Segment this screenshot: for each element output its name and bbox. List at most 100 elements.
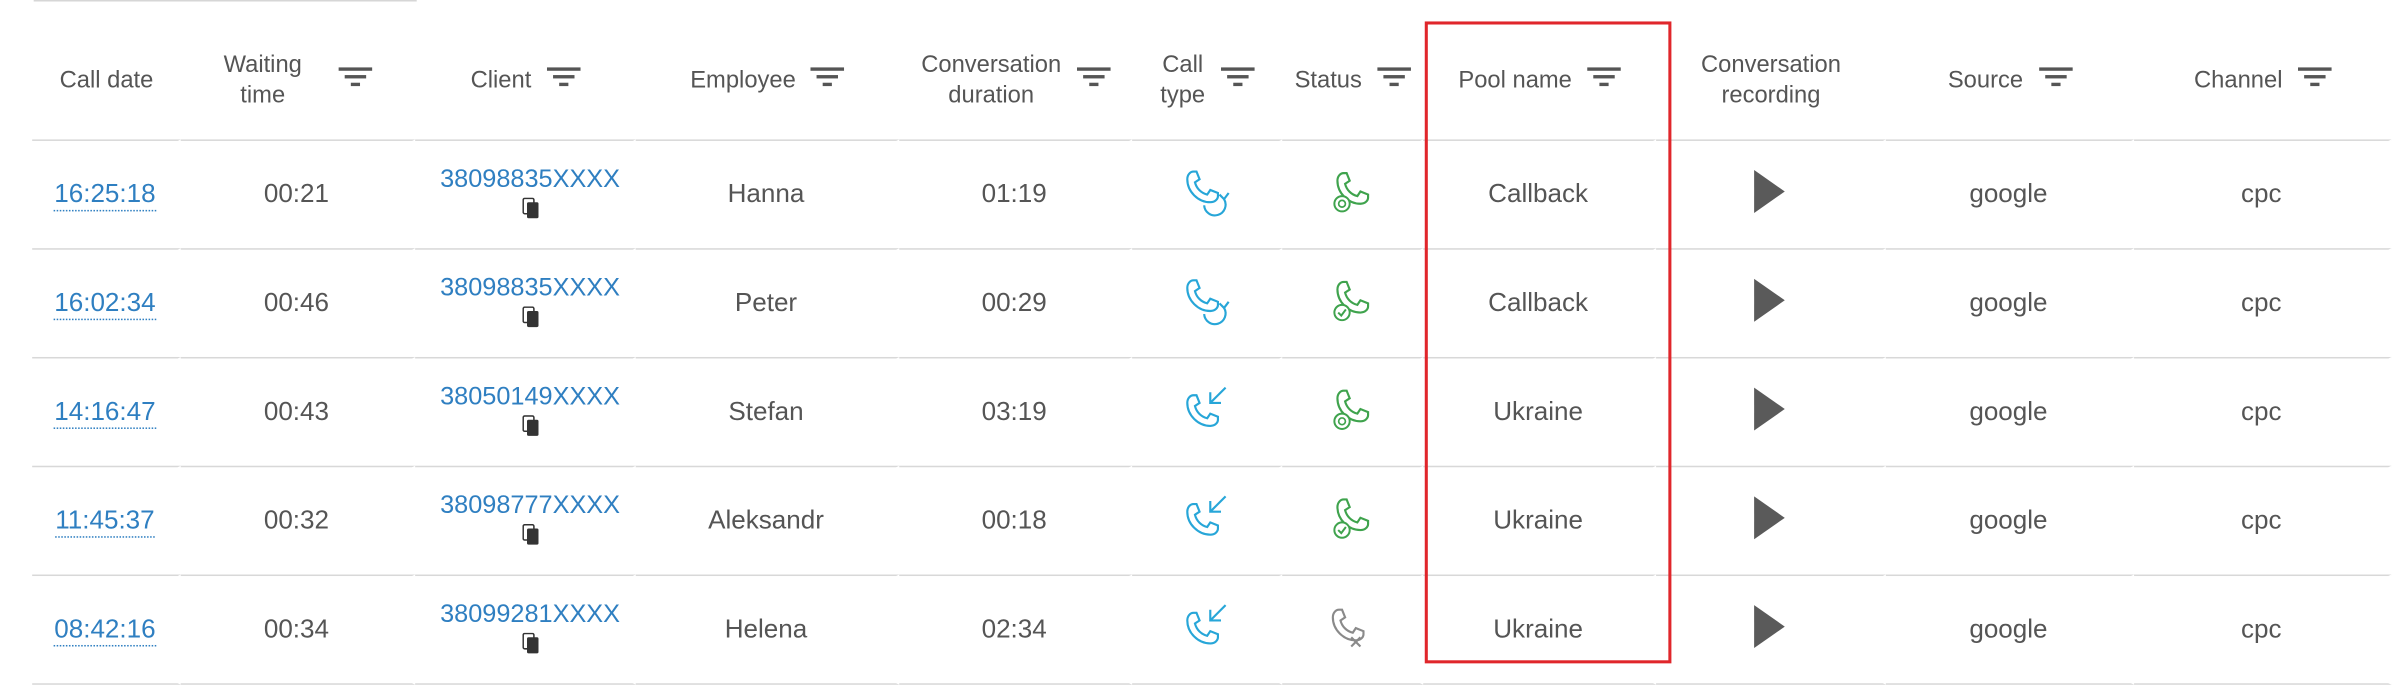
filter-icon[interactable]: [2298, 65, 2332, 96]
copy-icon[interactable]: [522, 633, 539, 661]
filter-icon[interactable]: [2038, 65, 2072, 96]
client-number-link[interactable]: 38098835XXXX: [440, 165, 620, 193]
cell-employee: Helena: [636, 575, 900, 685]
column-label-status: Status: [1295, 65, 1362, 96]
cell-employee: Peter: [636, 248, 900, 357]
filter-icon[interactable]: [1587, 65, 1621, 96]
answered-check-icon: [1325, 303, 1377, 332]
cell-client: 38098835XXXX: [415, 248, 636, 357]
cell-waiting-time: 00:21: [181, 139, 415, 248]
cell-call-type: [1132, 357, 1282, 466]
table-row: 16:25:18 00:21 38098835XXXX Hanna 01:19 …: [32, 139, 2391, 248]
play-icon[interactable]: [1753, 168, 1787, 222]
cell-source: google: [1886, 139, 2134, 248]
calls-report: Call date Waiting time Client Employee C…: [0, 0, 2402, 689]
cell-client: 38098777XXXX: [415, 466, 636, 575]
column-header-conversation-duration: Conversation duration: [899, 21, 1132, 139]
answered-timer-icon: [1325, 194, 1377, 223]
cell-status: [1282, 139, 1423, 248]
copy-icon[interactable]: [522, 198, 539, 226]
cell-source: google: [1886, 248, 2134, 357]
column-label-client: Client: [471, 65, 532, 96]
column-header-source: Source: [1886, 21, 2134, 139]
cell-status: [1282, 466, 1423, 575]
cell-pool-name: Ukraine: [1423, 575, 1656, 685]
cell-status: [1282, 357, 1423, 466]
cell-employee: Hanna: [636, 139, 900, 248]
column-label-employee: Employee: [690, 65, 796, 96]
call-time-link[interactable]: 16:02:34: [54, 288, 155, 320]
cell-client: 38099281XXXX: [415, 575, 636, 685]
copy-icon[interactable]: [522, 306, 539, 334]
cell-call-date: 16:02:34: [32, 248, 181, 357]
column-header-employee: Employee: [636, 21, 900, 139]
table-row: 16:02:34 00:46 38098835XXXX Peter 00:29 …: [32, 248, 2391, 357]
copy-icon[interactable]: [522, 524, 539, 552]
cell-call-date: 08:42:16: [32, 575, 181, 685]
call-time-link[interactable]: 11:45:37: [55, 506, 154, 538]
filter-icon[interactable]: [339, 65, 373, 96]
cell-channel: cpc: [2134, 248, 2391, 357]
cell-client: 38050149XXXX: [415, 357, 636, 466]
cell-employee: Stefan: [636, 357, 900, 466]
column-label-waiting-time: Waiting time: [224, 50, 302, 111]
cell-channel: cpc: [2134, 466, 2391, 575]
table-header-row: Call date Waiting time Client Employee C…: [32, 21, 2391, 139]
copy-icon[interactable]: [522, 415, 539, 443]
column-header-client: Client: [415, 21, 636, 139]
column-header-call-date: Call date: [32, 21, 181, 139]
filter-icon[interactable]: [547, 65, 581, 96]
play-icon[interactable]: [1753, 603, 1787, 657]
play-icon[interactable]: [1753, 494, 1787, 548]
incoming-call-icon: [1180, 520, 1232, 549]
call-time-link[interactable]: 16:25:18: [54, 179, 155, 211]
column-header-conversation-recording: Conversation recording: [1656, 21, 1886, 139]
missed-call-icon: [1325, 629, 1377, 658]
table-row: 14:16:47 00:43 38050149XXXX Stefan 03:19…: [32, 357, 2391, 466]
call-time-link[interactable]: 08:42:16: [54, 614, 155, 646]
cell-conversation-recording: [1656, 139, 1886, 248]
client-number-link[interactable]: 38099281XXXX: [440, 601, 620, 629]
incoming-call-icon: [1180, 629, 1232, 658]
filter-icon[interactable]: [1220, 65, 1254, 96]
column-header-waiting-time: Waiting time: [181, 21, 415, 139]
cell-channel: cpc: [2134, 357, 2391, 466]
table-body: 16:25:18 00:21 38098835XXXX Hanna 01:19 …: [32, 139, 2391, 684]
cell-status: [1282, 575, 1423, 685]
cell-channel: cpc: [2134, 575, 2391, 685]
divider: [34, 0, 417, 2]
cell-conversation-recording: [1656, 357, 1886, 466]
column-label-conversation-recording: Conversation recording: [1701, 50, 1841, 111]
cell-status: [1282, 248, 1423, 357]
client-number-link[interactable]: 38098835XXXX: [440, 274, 620, 302]
cell-source: google: [1886, 575, 2134, 685]
incoming-call-icon: [1180, 411, 1232, 440]
cell-call-date: 14:16:47: [32, 357, 181, 466]
filter-icon[interactable]: [1076, 65, 1110, 96]
play-icon[interactable]: [1753, 385, 1787, 439]
cell-channel: cpc: [2134, 139, 2391, 248]
cell-waiting-time: 00:43: [181, 357, 415, 466]
cell-pool-name: Ukraine: [1423, 357, 1656, 466]
cell-conversation-duration: 00:18: [899, 466, 1132, 575]
cell-call-type: [1132, 248, 1282, 357]
answered-check-icon: [1325, 520, 1377, 549]
call-time-link[interactable]: 14:16:47: [54, 397, 155, 429]
column-label-channel: Channel: [2194, 65, 2282, 96]
cell-conversation-duration: 00:29: [899, 248, 1132, 357]
play-icon[interactable]: [1753, 277, 1787, 331]
filter-icon[interactable]: [1377, 65, 1411, 96]
column-label-call-type: Call type: [1160, 50, 1205, 111]
client-number-link[interactable]: 38050149XXXX: [440, 383, 620, 411]
client-number-link[interactable]: 38098777XXXX: [440, 492, 620, 520]
cell-call-type: [1132, 575, 1282, 685]
column-label-call-date: Call date: [60, 65, 154, 96]
filter-icon[interactable]: [811, 65, 845, 96]
cell-pool-name: Ukraine: [1423, 466, 1656, 575]
cell-conversation-recording: [1656, 248, 1886, 357]
cell-call-type: [1132, 466, 1282, 575]
cell-client: 38098835XXXX: [415, 139, 636, 248]
cell-pool-name: Callback: [1423, 248, 1656, 357]
column-header-call-type: Call type: [1132, 21, 1282, 139]
cell-conversation-duration: 02:34: [899, 575, 1132, 685]
